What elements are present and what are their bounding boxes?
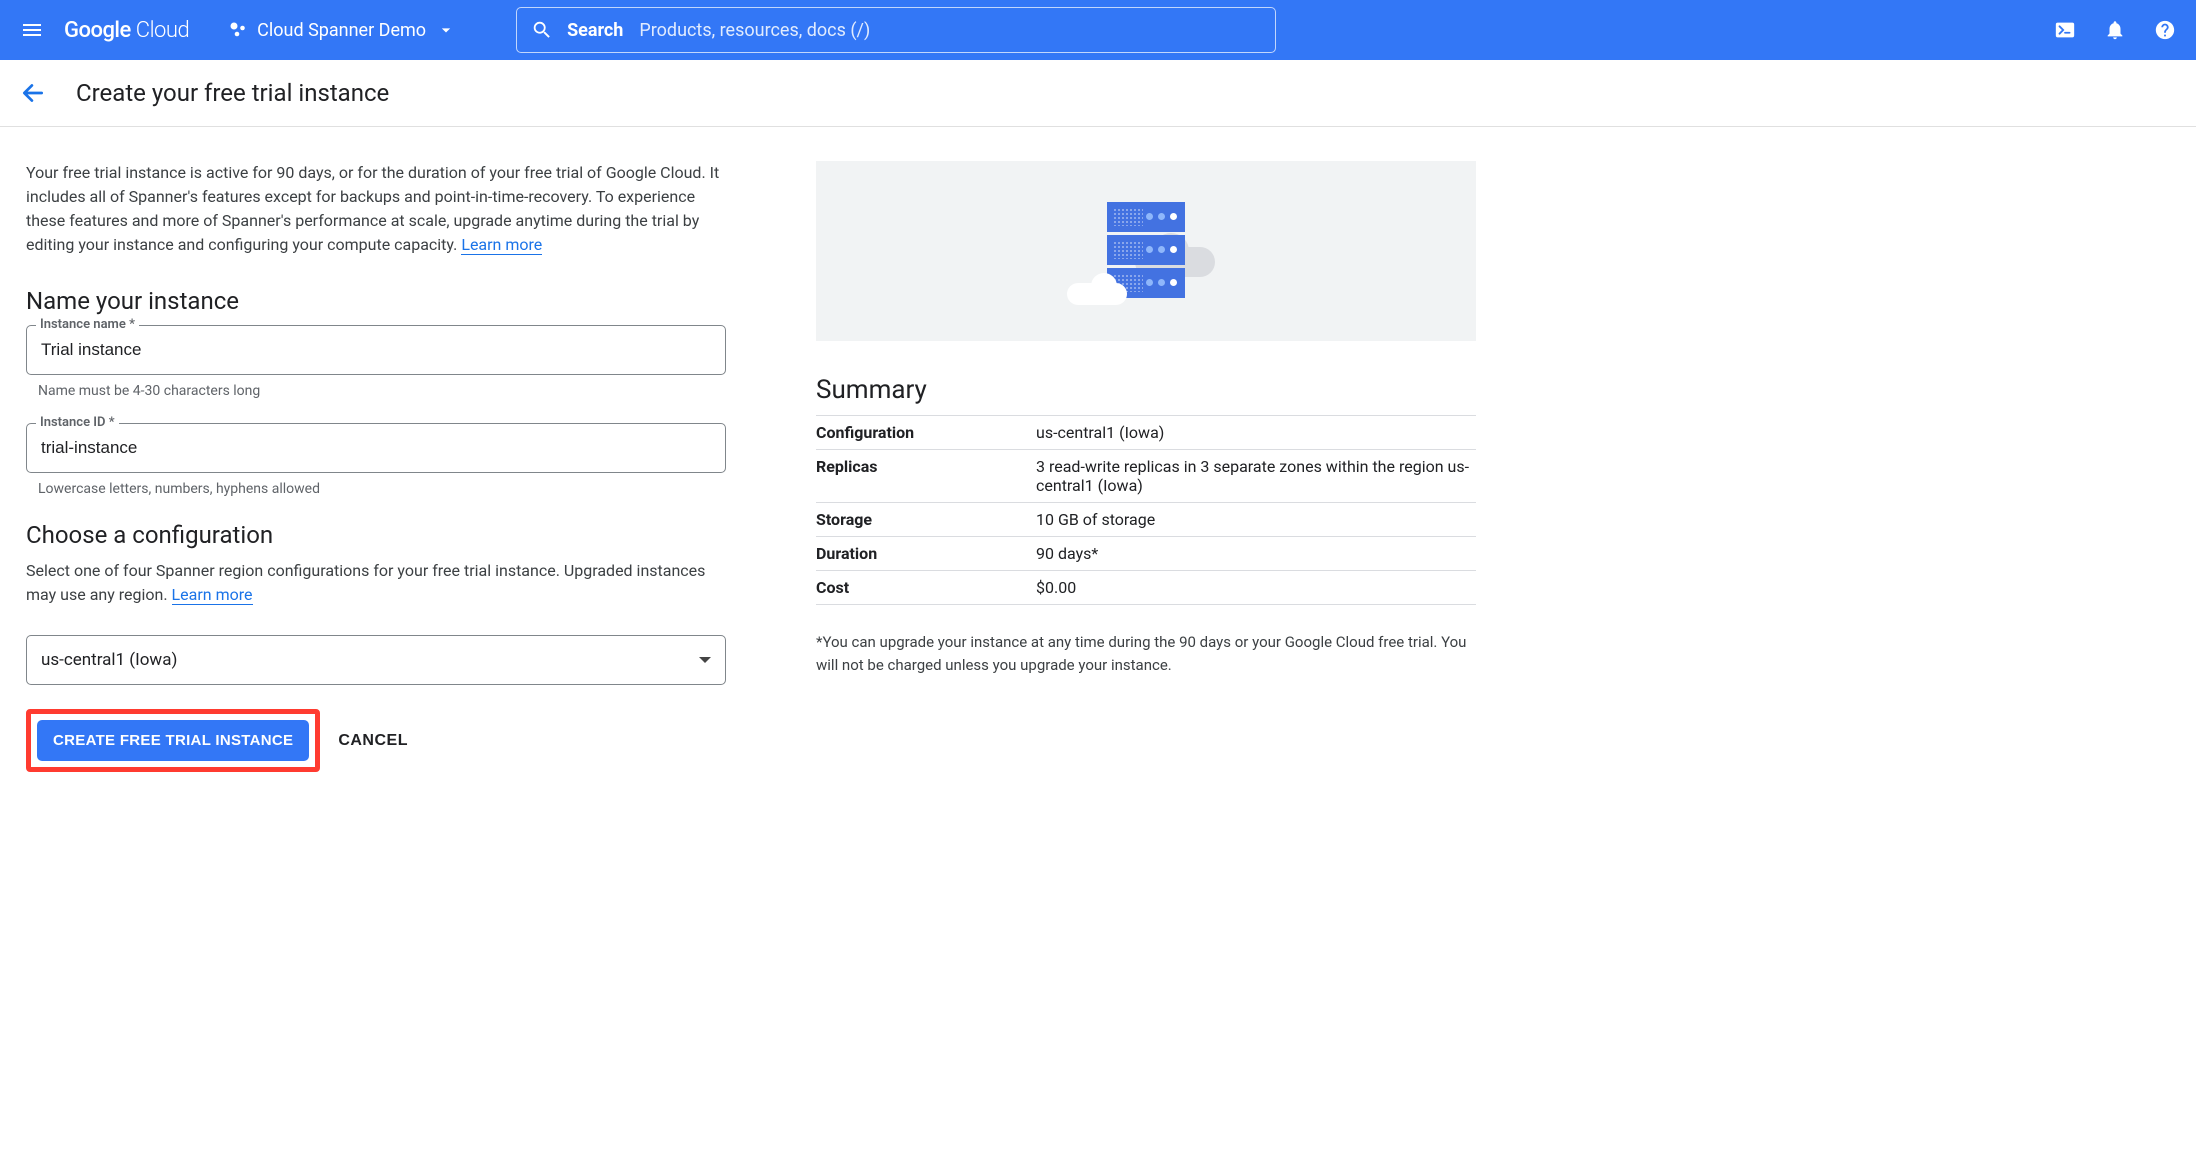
summary-row-label: Duration	[816, 537, 1036, 571]
top-bar: Google Cloud Cloud Spanner Demo Search P…	[0, 0, 2196, 60]
summary-note: *You can upgrade your instance at any ti…	[816, 631, 1476, 676]
summary-row: Replicas3 read-write replicas in 3 separ…	[816, 450, 1476, 503]
topbar-right	[2054, 19, 2176, 41]
chevron-down-icon	[436, 20, 456, 40]
buttons-row: CREATE FREE TRIAL INSTANCE CANCEL	[26, 709, 726, 772]
summary-row: Duration90 days*	[816, 537, 1476, 571]
servers-illustration	[816, 161, 1476, 341]
summary-row-value: 10 GB of storage	[1036, 503, 1476, 537]
search-icon	[531, 19, 553, 41]
summary-row-label: Storage	[816, 503, 1036, 537]
server-icon	[1107, 235, 1185, 265]
create-instance-button[interactable]: CREATE FREE TRIAL INSTANCE	[37, 720, 309, 761]
server-icon	[1107, 202, 1185, 232]
config-select-value: us-central1 (Iowa)	[41, 650, 177, 670]
instance-name-label: Instance name *	[36, 317, 139, 332]
page-title: Create your free trial instance	[76, 79, 389, 107]
summary-row-value: 3 read-write replicas in 3 separate zone…	[1036, 450, 1476, 503]
summary-row-label: Replicas	[816, 450, 1036, 503]
instance-id-label: Instance ID *	[36, 415, 119, 430]
gcp-logo[interactable]: Google Cloud	[64, 18, 189, 43]
project-name: Cloud Spanner Demo	[257, 20, 426, 41]
summary-title: Summary	[816, 375, 1476, 405]
config-learn-more-link[interactable]: Learn more	[172, 585, 253, 605]
instance-id-field-wrap: Instance ID *	[26, 423, 726, 473]
cancel-button[interactable]: CANCEL	[338, 732, 408, 750]
project-dots-icon	[229, 21, 247, 39]
content: Your free trial instance is active for 9…	[0, 127, 2196, 806]
instance-id-help: Lowercase letters, numbers, hyphens allo…	[38, 481, 726, 497]
instance-name-field-wrap: Instance name *	[26, 325, 726, 375]
section-config-desc: Select one of four Spanner region config…	[26, 559, 726, 607]
logo-text-bold: Google	[64, 18, 131, 43]
section-config-title: Choose a configuration	[26, 521, 726, 549]
summary-row: Storage10 GB of storage	[816, 503, 1476, 537]
summary-row-value: 90 days*	[1036, 537, 1476, 571]
cloud-shell-icon[interactable]	[2054, 19, 2076, 41]
search-box[interactable]: Search Products, resources, docs (/)	[516, 7, 1276, 53]
intro-learn-more-link[interactable]: Learn more	[461, 235, 542, 255]
project-selector[interactable]: Cloud Spanner Demo	[219, 14, 466, 47]
back-arrow-icon[interactable]	[20, 80, 46, 106]
instance-name-input[interactable]	[26, 325, 726, 375]
summary-row: Configurationus-central1 (Iowa)	[816, 416, 1476, 450]
search-label: Search	[567, 20, 623, 41]
logo-text-light: Cloud	[136, 18, 189, 43]
page-header: Create your free trial instance	[0, 60, 2196, 127]
instance-name-help: Name must be 4-30 characters long	[38, 383, 726, 399]
config-select-wrap: us-central1 (Iowa)	[26, 635, 726, 685]
help-icon[interactable]	[2154, 19, 2176, 41]
intro-text: Your free trial instance is active for 9…	[26, 161, 726, 257]
config-select[interactable]: us-central1 (Iowa)	[26, 635, 726, 685]
create-button-highlight: CREATE FREE TRIAL INSTANCE	[26, 709, 320, 772]
summary-row-value: us-central1 (Iowa)	[1036, 416, 1476, 450]
chevron-down-icon	[699, 657, 711, 663]
form-column: Your free trial instance is active for 9…	[26, 161, 726, 772]
summary-row-label: Configuration	[816, 416, 1036, 450]
summary-table: Configurationus-central1 (Iowa)Replicas3…	[816, 415, 1476, 605]
summary-row: Cost$0.00	[816, 571, 1476, 605]
section-name-title: Name your instance	[26, 287, 726, 315]
notifications-icon[interactable]	[2104, 19, 2126, 41]
search-placeholder: Products, resources, docs (/)	[639, 20, 870, 41]
summary-row-value: $0.00	[1036, 571, 1476, 605]
summary-row-label: Cost	[816, 571, 1036, 605]
instance-id-input[interactable]	[26, 423, 726, 473]
cloud-icon	[1067, 283, 1127, 305]
summary-column: Summary Configurationus-central1 (Iowa)R…	[816, 161, 1476, 772]
hamburger-menu-icon[interactable]	[20, 18, 44, 42]
